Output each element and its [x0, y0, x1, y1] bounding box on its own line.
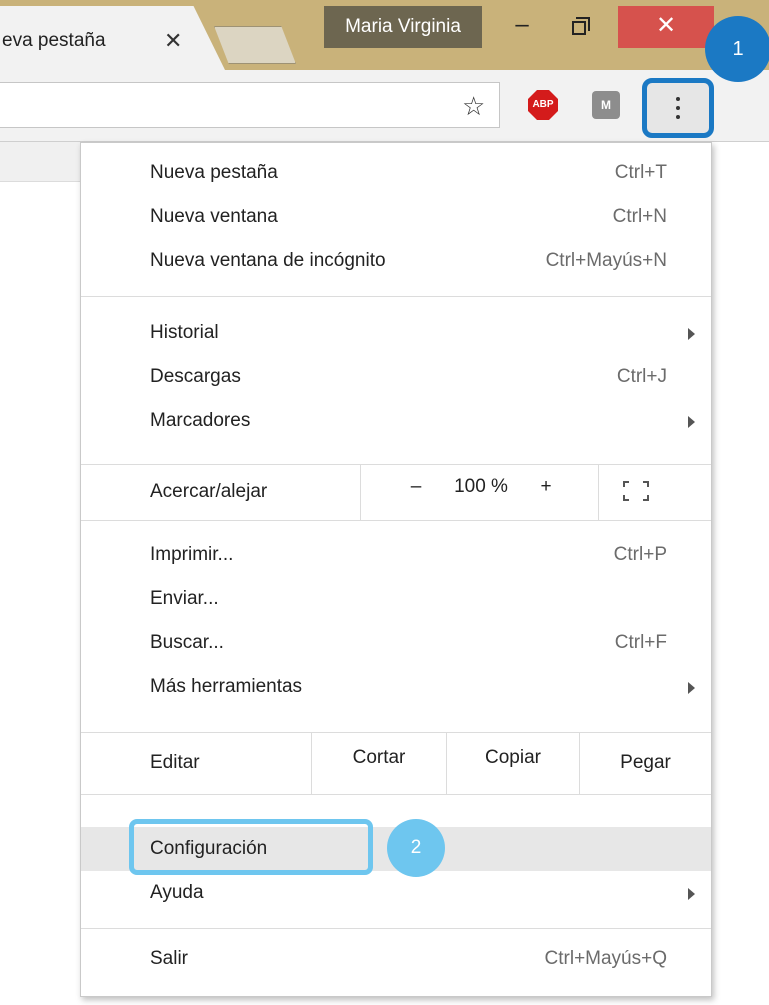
bookmark-star-icon[interactable]: ☆ — [462, 91, 485, 122]
menu-item-label: Salir — [150, 948, 189, 969]
menu-item-downloads[interactable]: Descargas Ctrl+J — [81, 355, 711, 399]
profile-button[interactable]: Maria Virginia — [324, 6, 482, 48]
zoom-out-button[interactable]: – — [401, 459, 431, 515]
menu-divider — [81, 520, 711, 521]
address-bar[interactable]: ☆ — [0, 82, 500, 128]
menu-item-label: Nueva ventana de incógnito — [150, 250, 386, 271]
menu-item-bookmarks[interactable]: Marcadores — [81, 399, 711, 443]
menu-divider — [81, 794, 711, 795]
menu-item-shortcut: Ctrl+Mayús+N — [545, 250, 667, 271]
zoom-level-value: 100 % — [454, 476, 508, 497]
submenu-arrow-icon — [688, 416, 695, 428]
menu-item-label: Marcadores — [150, 410, 251, 431]
restore-icon-front — [572, 21, 586, 35]
submenu-arrow-icon — [688, 682, 695, 694]
copy-button[interactable]: Copiar — [447, 727, 579, 789]
menu-item-label: Buscar... — [150, 632, 224, 653]
adblock-extension-icon[interactable]: ABP — [528, 90, 558, 120]
kebab-dot-icon — [676, 97, 680, 101]
menu-item-history[interactable]: Historial — [81, 311, 711, 355]
menu-item-shortcut: Ctrl+F — [614, 632, 667, 653]
menu-item-find[interactable]: Buscar... Ctrl+F — [81, 621, 711, 665]
menu-item-help[interactable]: Ayuda — [81, 871, 711, 915]
menu-divider — [81, 296, 711, 297]
menu-item-exit[interactable]: Salir Ctrl+Mayús+Q — [81, 937, 711, 981]
menu-item-label: Ayuda — [150, 882, 204, 903]
fullscreen-icon[interactable] — [623, 481, 649, 501]
new-tab-button[interactable] — [214, 26, 296, 64]
chrome-main-menu: Nueva pestaña Ctrl+T Nueva ventana Ctrl+… — [80, 142, 712, 997]
zoom-in-button[interactable]: + — [531, 459, 561, 515]
menu-item-label: Historial — [150, 322, 219, 343]
menu-item-new-window[interactable]: Nueva ventana Ctrl+N — [81, 195, 711, 239]
menu-item-shortcut: Ctrl+Mayús+Q — [544, 948, 667, 969]
extension-shield-icon[interactable]: M — [592, 91, 620, 119]
browser-toolbar: ☆ ABP M — [0, 70, 769, 142]
cut-button[interactable]: Cortar — [312, 727, 446, 789]
menu-item-label: Nueva ventana — [150, 206, 278, 227]
tab-close-icon[interactable]: ✕ — [164, 28, 182, 54]
chrome-menu-button[interactable] — [642, 78, 714, 138]
step-1-badge: 1 — [705, 16, 769, 82]
menu-item-label: Descargas — [150, 366, 241, 387]
menu-cell-divider — [360, 464, 361, 520]
menu-item-label: Imprimir... — [150, 544, 234, 565]
menu-item-label: Más herramientas — [150, 676, 303, 697]
menu-divider — [81, 928, 711, 929]
close-window-button[interactable]: ✕ — [618, 6, 714, 48]
tab-title: eva pestaña — [2, 30, 106, 51]
paste-button[interactable]: Pegar — [580, 732, 711, 794]
menu-item-print[interactable]: Imprimir... Ctrl+P — [81, 533, 711, 577]
menu-item-incognito[interactable]: Nueva ventana de incógnito Ctrl+Mayús+N — [81, 239, 711, 283]
menu-item-new-tab[interactable]: Nueva pestaña Ctrl+T — [81, 151, 711, 195]
menu-item-shortcut: Ctrl+P — [613, 544, 667, 565]
kebab-dot-icon — [676, 106, 680, 110]
title-bar: eva pestaña ✕ Maria Virginia – ✕ — [0, 0, 769, 70]
submenu-arrow-icon — [688, 888, 695, 900]
settings-highlight-box — [129, 819, 373, 875]
step-2-badge: 2 — [387, 819, 445, 877]
menu-item-shortcut: Ctrl+J — [616, 366, 667, 387]
page-content-strip — [0, 142, 80, 182]
menu-item-more-tools[interactable]: Más herramientas — [81, 665, 711, 709]
menu-item-shortcut: Ctrl+T — [614, 162, 667, 183]
minimize-button[interactable]: – — [502, 8, 542, 46]
maximize-button[interactable] — [560, 8, 600, 46]
menu-item-label: Enviar... — [150, 588, 219, 609]
kebab-dot-icon — [676, 115, 680, 119]
edit-label: Editar — [150, 752, 200, 773]
zoom-label: Acercar/alejar — [150, 481, 268, 502]
submenu-arrow-icon — [688, 328, 695, 340]
menu-item-label: Nueva pestaña — [150, 162, 278, 183]
menu-cell-divider — [598, 464, 599, 520]
menu-item-send[interactable]: Enviar... — [81, 577, 711, 621]
menu-item-shortcut: Ctrl+N — [612, 206, 667, 227]
